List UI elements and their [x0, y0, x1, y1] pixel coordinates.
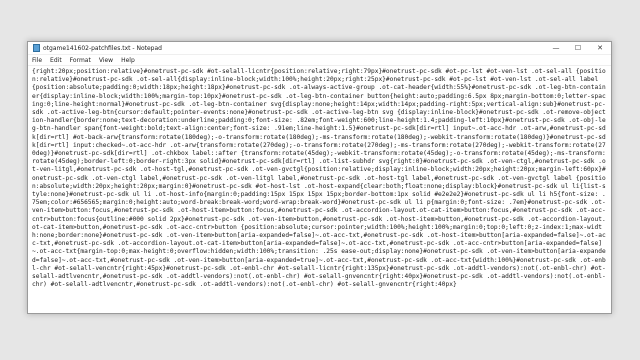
menu-bar: File Edit Format View Help — [28, 55, 611, 66]
notepad-window: otgame141602-patchfiles.txt - Notepad — … — [27, 41, 612, 314]
menu-edit[interactable]: Edit — [50, 57, 62, 64]
minimize-button[interactable]: — — [545, 42, 567, 54]
maximize-button[interactable]: ☐ — [567, 42, 589, 54]
window-title: otgame141602-patchfiles.txt - Notepad — [43, 44, 162, 52]
close-button[interactable]: ✕ — [589, 42, 611, 54]
editor-content[interactable]: {right:20px;position:relative}#onetrust-… — [32, 68, 607, 312]
menu-file[interactable]: File — [32, 57, 42, 64]
menu-format[interactable]: Format — [70, 57, 91, 64]
window-controls: — ☐ ✕ — [545, 42, 611, 54]
notepad-icon — [33, 44, 40, 52]
text-editor[interactable]: {right:20px;position:relative}#onetrust-… — [28, 66, 611, 313]
menu-help[interactable]: Help — [121, 57, 135, 64]
menu-view[interactable]: View — [99, 57, 113, 64]
title-bar[interactable]: otgame141602-patchfiles.txt - Notepad — … — [28, 42, 611, 55]
